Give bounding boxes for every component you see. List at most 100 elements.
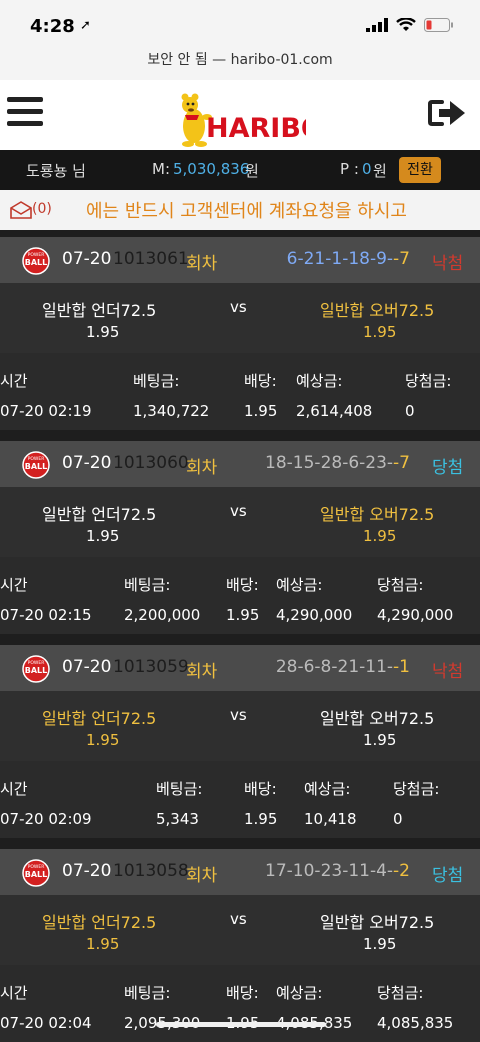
signal-icon: [366, 18, 388, 32]
bet-date: 07-20: [62, 249, 112, 269]
svg-text:POWER: POWER: [28, 456, 45, 462]
switch-button[interactable]: 전환: [399, 157, 441, 183]
svg-text:POWER: POWER: [28, 252, 45, 258]
location-arrow-icon: ➚: [80, 18, 91, 33]
draw-result: 17-10-23-11-4--2: [265, 861, 410, 881]
bet-date: 07-20: [62, 657, 112, 677]
bet-options: 일반합 언더72.5 vs 일반합 오버72.5 1.95 1.95: [0, 691, 480, 761]
header-expected: 예상금:: [276, 576, 323, 594]
header-expected: 예상금:: [304, 780, 351, 798]
draw-result-last: -1: [393, 657, 410, 677]
bet-expected: 4,290,000: [276, 606, 353, 624]
bet-date: 07-20: [62, 861, 112, 881]
bet-status: 당첨: [432, 458, 464, 478]
money-unit: 원: [245, 162, 259, 180]
bet-time: 07-20 02:04: [0, 1014, 92, 1032]
home-indicator: [156, 1022, 326, 1027]
bet-options: 일반합 언더72.5 vs 일반합 오버72.5 1.95 1.95: [0, 283, 480, 353]
round-label: 회차: [186, 254, 218, 274]
powerball-icon: BALL POWER: [22, 451, 50, 479]
vs-label: vs: [230, 298, 247, 316]
round-number: 1013059: [113, 657, 189, 677]
header-time: 시간: [0, 576, 28, 594]
username: 도룡뇽 님: [26, 162, 86, 180]
option-over[interactable]: 일반합 오버72.5: [320, 909, 434, 933]
option-under[interactable]: 일반합 언더72.5: [42, 705, 156, 729]
bet-amount: 2,200,000: [124, 606, 201, 624]
bet-card-header: BALL POWER 07-20 1013060 회차 18-15-28-6-2…: [0, 441, 480, 487]
logout-icon[interactable]: [428, 98, 466, 128]
round-label: 회차: [186, 662, 218, 682]
address-bar[interactable]: 보안 안 됨 — haribo-01.com: [0, 48, 480, 80]
svg-text:BALL: BALL: [25, 666, 47, 675]
bet-status: 낙첨: [432, 662, 464, 682]
draw-result: 6-21-1-18-9--7: [287, 249, 410, 269]
round-label: 회차: [186, 458, 218, 478]
header-time: 시간: [0, 984, 28, 1002]
header-bet-amount: 베팅금:: [124, 576, 171, 594]
bet-expected: 10,418: [304, 810, 357, 828]
odds-over: 1.95: [363, 527, 397, 545]
odds-under: 1.95: [86, 731, 120, 749]
round-number: 1013060: [113, 453, 189, 473]
bet-card: BALL POWER 07-20 1013060 회차 18-15-28-6-2…: [0, 441, 480, 634]
vs-label: vs: [230, 502, 247, 520]
header-bet-amount: 베팅금:: [124, 984, 171, 1002]
option-over[interactable]: 일반합 오버72.5: [320, 297, 434, 321]
header-time: 시간: [0, 780, 28, 798]
header-winnings: 당첨금:: [377, 576, 424, 594]
draw-result-last: -2: [393, 861, 410, 881]
header-odds: 배당:: [244, 780, 277, 798]
bet-card: BALL POWER 07-20 1013061 회차 6-21-1-18-9-…: [0, 237, 480, 430]
option-under[interactable]: 일반합 언더72.5: [42, 297, 156, 321]
bet-amount: 5,343: [156, 810, 199, 828]
mail-icon[interactable]: [10, 201, 32, 219]
bet-time: 07-20 02:09: [0, 810, 92, 828]
mail-count[interactable]: (0): [32, 201, 52, 217]
svg-text:POWER: POWER: [28, 864, 45, 870]
status-bar: 4:28 ➚: [0, 0, 480, 48]
option-under[interactable]: 일반합 언더72.5: [42, 909, 156, 933]
header-winnings: 당첨금:: [405, 372, 452, 390]
haribo-logo[interactable]: HARIBO: [176, 88, 306, 150]
svg-text:BALL: BALL: [25, 870, 47, 879]
bet-time: 07-20 02:15: [0, 606, 92, 624]
vs-label: vs: [230, 910, 247, 928]
notice-marquee: 에는 반드시 고객센터에 계좌요청을 하시고: [86, 201, 407, 222]
point-unit: 원: [373, 162, 387, 180]
option-under[interactable]: 일반합 언더72.5: [42, 501, 156, 525]
menu-icon[interactable]: [7, 97, 43, 127]
battery-icon: [424, 18, 453, 32]
bet-status: 당첨: [432, 866, 464, 886]
draw-result-numbers: 6-21-1-18-9-: [286, 249, 394, 269]
odds-over: 1.95: [363, 935, 397, 953]
header-expected: 예상금:: [296, 372, 343, 390]
svg-text:HARIBO: HARIBO: [206, 113, 306, 144]
bet-odds: 1.95: [244, 402, 278, 420]
header-winnings: 당첨금:: [393, 780, 440, 798]
bet-card: BALL POWER 07-20 1013058 회차 17-10-23-11-…: [0, 849, 480, 1042]
bet-odds: 1.95: [244, 810, 278, 828]
bet-options: 일반합 언더72.5 vs 일반합 오버72.5 1.95 1.95: [0, 895, 480, 965]
notice-bar: (0) 에는 반드시 고객센터에 계좌요청을 하시고: [0, 190, 480, 230]
money-value: 5,030,836: [173, 160, 250, 178]
point-label: P :: [340, 160, 359, 178]
header-odds: 배당:: [226, 984, 259, 1002]
bet-status: 낙첨: [432, 254, 464, 274]
header-bet-amount: 베팅금:: [156, 780, 203, 798]
odds-over: 1.95: [363, 323, 397, 341]
bet-card-header: BALL POWER 07-20 1013058 회차 17-10-23-11-…: [0, 849, 480, 895]
bet-winnings: 4,290,000: [377, 606, 454, 624]
powerball-icon: BALL POWER: [22, 247, 50, 275]
round-number: 1013058: [113, 861, 189, 881]
option-over[interactable]: 일반합 오버72.5: [320, 705, 434, 729]
option-over[interactable]: 일반합 오버72.5: [320, 501, 434, 525]
bet-card-header: BALL POWER 07-20 1013061 회차 6-21-1-18-9-…: [0, 237, 480, 283]
bet-winnings: 0: [393, 810, 403, 828]
round-label: 회차: [186, 866, 218, 886]
bet-winnings: 0: [405, 402, 415, 420]
bet-odds: 1.95: [226, 606, 260, 624]
header-bet-amount: 베팅금:: [133, 372, 180, 390]
bet-amount: 1,340,722: [133, 402, 210, 420]
powerball-icon: BALL POWER: [22, 655, 50, 683]
